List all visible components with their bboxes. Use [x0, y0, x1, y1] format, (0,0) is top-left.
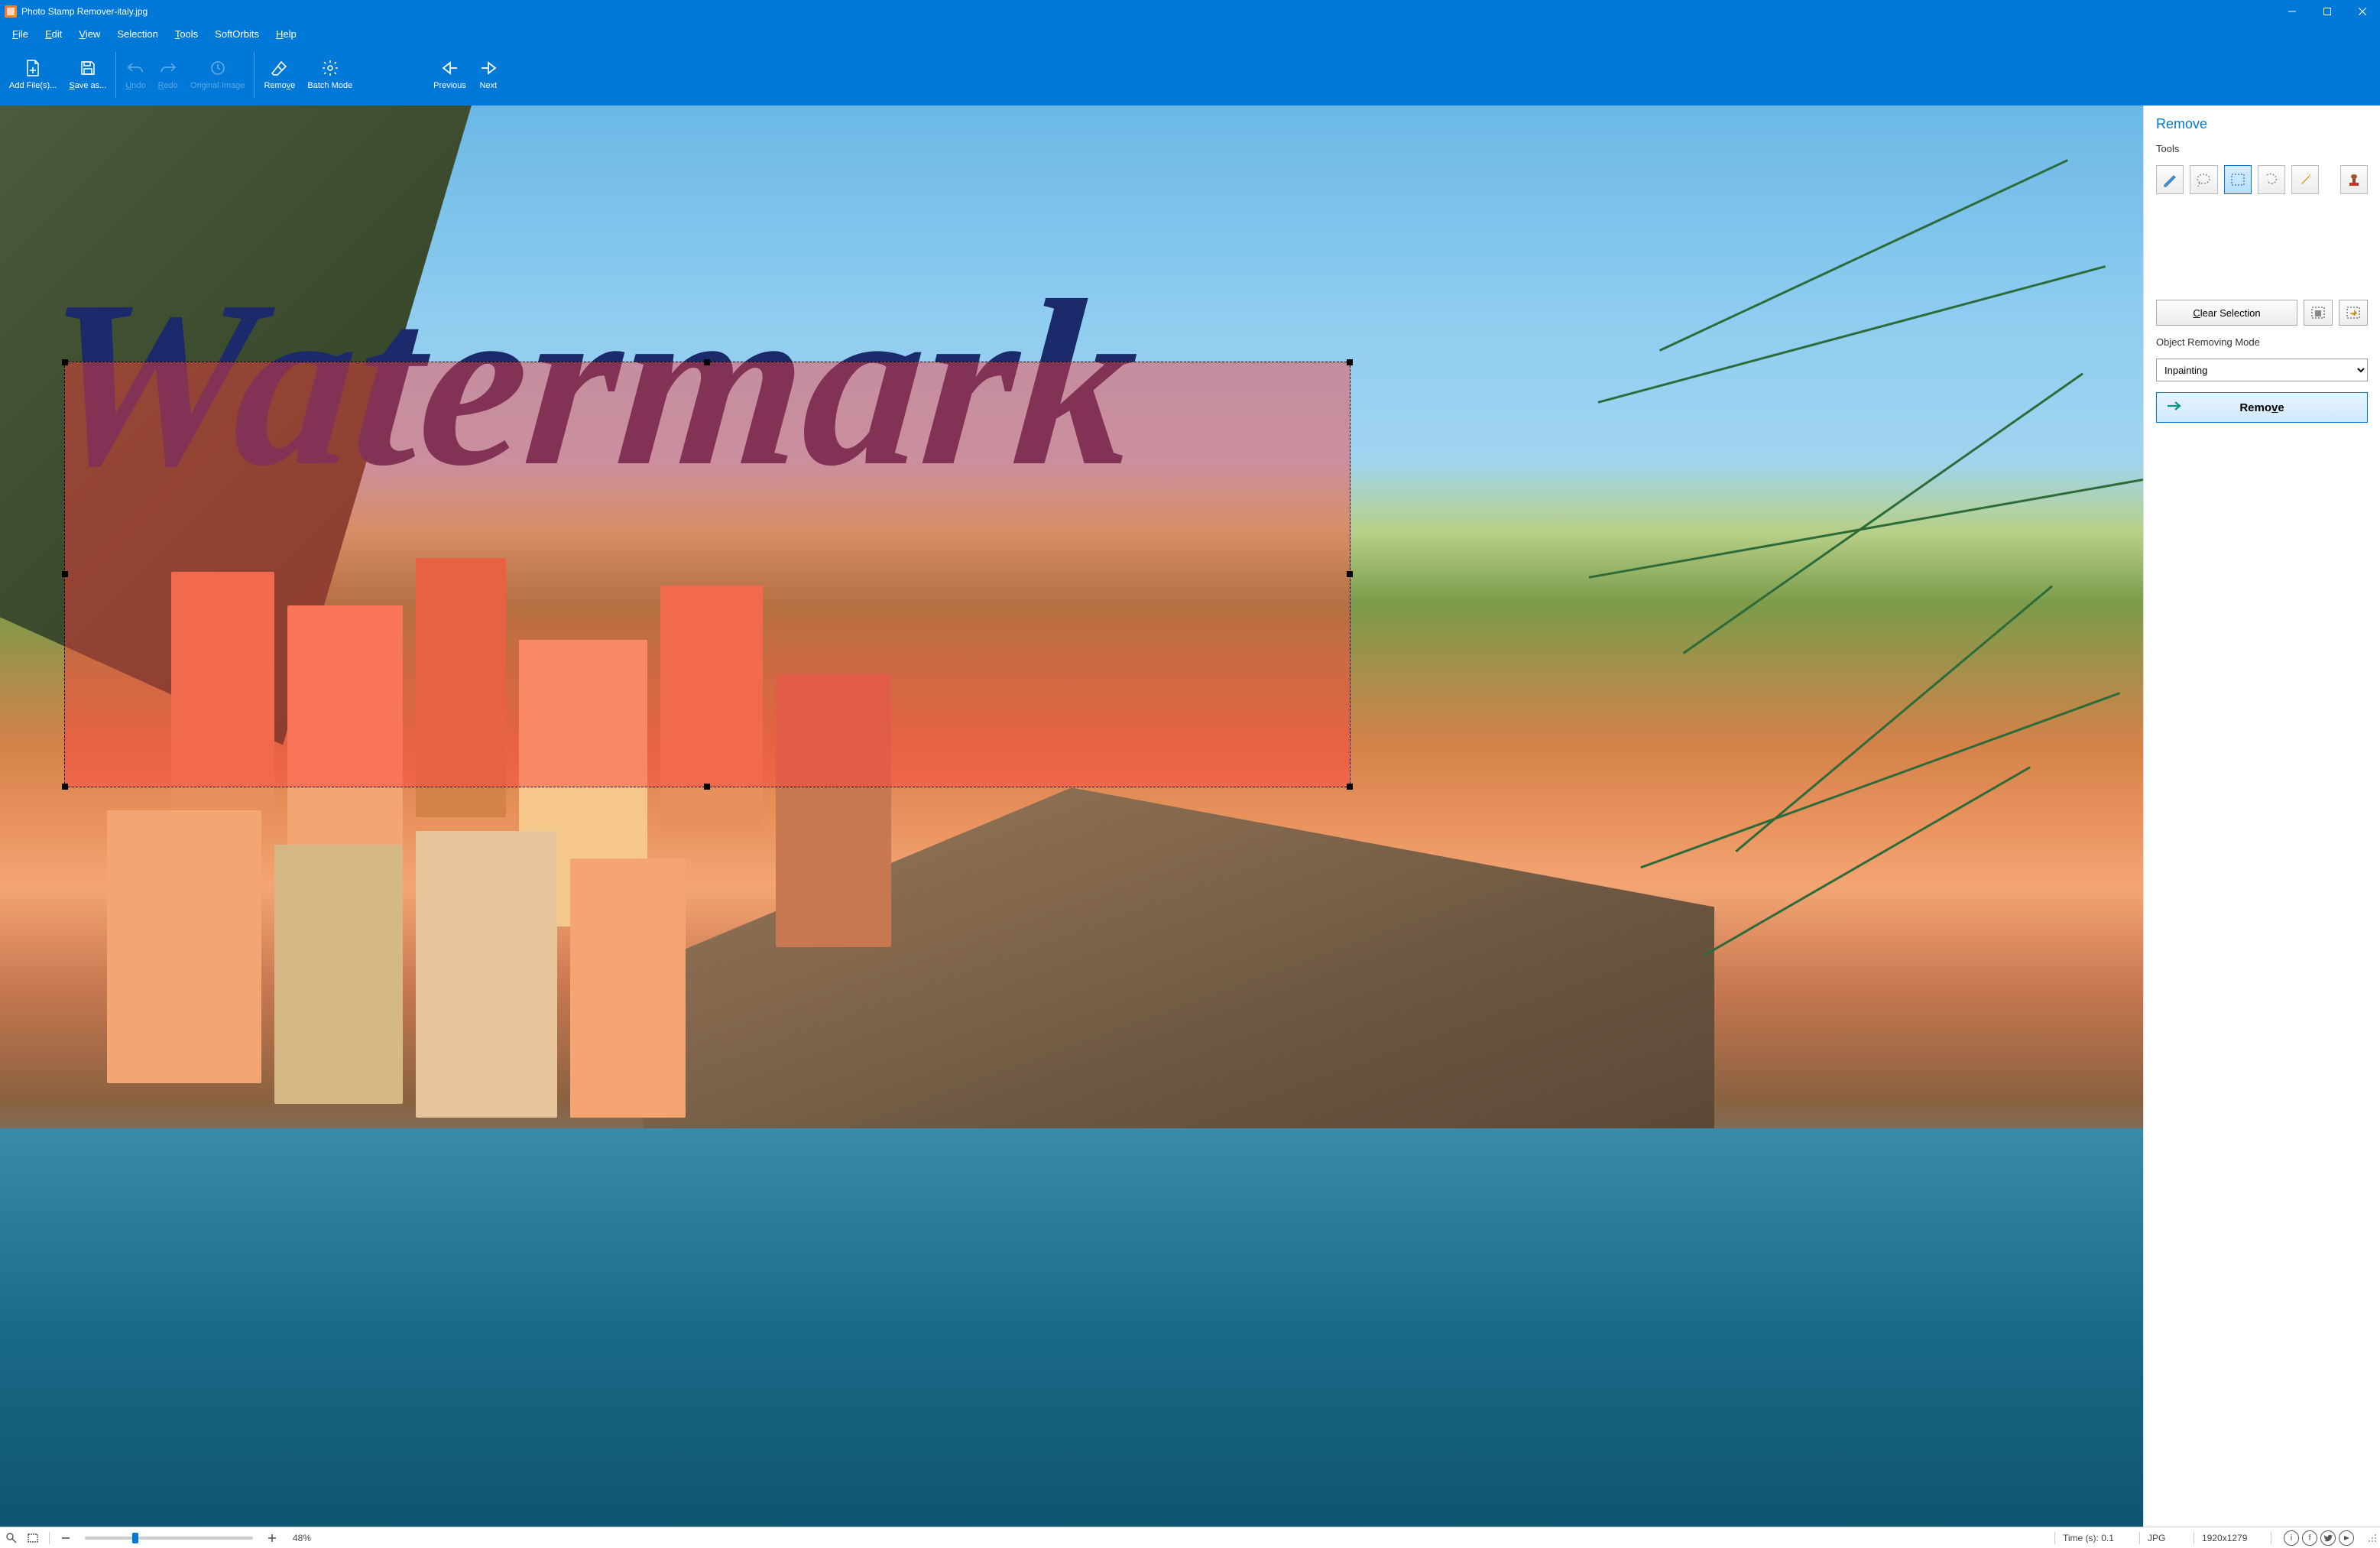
selection-handle[interactable] [1347, 359, 1353, 365]
next-button[interactable]: Next [472, 47, 504, 102]
toolbar: Add File(s)... Save as... Undo Redo Orig… [0, 44, 2380, 105]
titlebar: Photo Stamp Remover - italy.jpg [0, 0, 2380, 23]
info-icon[interactable]: i [2284, 1530, 2299, 1546]
add-files-button[interactable]: Add File(s)... [3, 47, 63, 102]
zoom-tool-icon[interactable] [3, 1530, 20, 1546]
zoom-slider[interactable] [85, 1537, 253, 1540]
statusbar: 48% Time (s): 0.1 JPG 1920x1279 i f [0, 1527, 2380, 1548]
maximize-button[interactable] [2310, 0, 2345, 23]
selection-handle[interactable] [704, 359, 710, 365]
next-label: Next [480, 81, 498, 91]
remove-button[interactable]: Remove [2156, 392, 2368, 423]
undo-button: Undo [119, 47, 151, 102]
save-selection-button[interactable] [2304, 300, 2333, 326]
menu-tools[interactable]: Tools [167, 25, 206, 43]
redo-label: Redo [158, 81, 178, 91]
undo-icon [125, 58, 145, 78]
load-selection-button[interactable] [2339, 300, 2368, 326]
app-window: Photo Stamp Remover - italy.jpg File Edi… [0, 0, 2380, 1548]
selection-handle[interactable] [704, 784, 710, 790]
redo-button: Redo [152, 47, 184, 102]
clear-selection-button[interactable]: Clear Selection [2156, 300, 2297, 326]
marker-tool[interactable] [2156, 165, 2184, 194]
social-links: i f [2284, 1530, 2354, 1546]
gear-icon [320, 58, 340, 78]
dimensions-label: 1920x1279 [2202, 1533, 2263, 1543]
stamp-tool[interactable] [2340, 165, 2368, 194]
main-content: Watermark Remove Tools [0, 105, 2380, 1527]
menubar: File Edit View Selection Tools SoftOrbit… [0, 23, 2380, 44]
batch-mode-label: Batch Mode [307, 81, 352, 91]
menu-help[interactable]: Help [268, 25, 304, 43]
image-canvas[interactable]: Watermark [0, 105, 2143, 1527]
tools-label: Tools [2156, 143, 2368, 154]
menu-view[interactable]: View [71, 25, 108, 43]
youtube-icon[interactable] [2339, 1530, 2354, 1546]
menu-selection[interactable]: Selection [109, 25, 165, 43]
original-image-button: Original Image [184, 47, 251, 102]
selection-rectangle[interactable] [64, 362, 1350, 788]
original-image-label: Original Image [190, 81, 245, 91]
app-icon [5, 5, 17, 18]
arrow-right-icon [478, 58, 498, 78]
toolbar-separator [115, 52, 116, 98]
close-button[interactable] [2345, 0, 2380, 23]
menu-file[interactable]: File [5, 25, 36, 43]
removing-mode-select[interactable]: Inpainting [2156, 359, 2368, 381]
mode-label: Object Removing Mode [2156, 336, 2368, 348]
right-panel: Remove Tools Clear Selection Object Remo… [2143, 105, 2380, 1527]
magic-wand-tool[interactable] [2291, 165, 2319, 194]
previous-label: Previous [433, 81, 466, 91]
panel-title: Remove [2156, 116, 2368, 132]
window-controls [2275, 0, 2380, 23]
redo-icon [158, 58, 178, 78]
save-icon [78, 58, 98, 78]
twitter-icon[interactable] [2320, 1530, 2336, 1546]
title-file-name: italy.jpg [117, 6, 148, 17]
zoom-percent-label: 48% [293, 1533, 311, 1543]
free-select-tool[interactable] [2190, 165, 2217, 194]
menu-edit[interactable]: Edit [37, 25, 70, 43]
tool-grid [2156, 165, 2368, 194]
batch-mode-button[interactable]: Batch Mode [301, 47, 358, 102]
add-file-icon [23, 58, 43, 78]
toolbar-separator [254, 52, 255, 98]
minimize-button[interactable] [2275, 0, 2310, 23]
selection-handle[interactable] [62, 784, 68, 790]
rectangle-select-tool[interactable] [2224, 165, 2252, 194]
undo-label: Undo [125, 81, 145, 91]
lasso-tool[interactable] [2258, 165, 2285, 194]
zoom-out-button[interactable] [57, 1530, 74, 1546]
selection-handle[interactable] [62, 359, 68, 365]
fit-screen-icon[interactable] [24, 1530, 41, 1546]
resize-grip-icon[interactable] [2368, 1533, 2377, 1543]
previous-button[interactable]: Previous [427, 47, 472, 102]
remove-toolbar-button[interactable]: Remove [258, 47, 301, 102]
arrow-right-icon [2166, 400, 2183, 415]
canvas-area[interactable]: Watermark [0, 105, 2143, 1527]
add-files-label: Add File(s)... [9, 81, 57, 91]
original-image-icon [208, 58, 228, 78]
eraser-icon [270, 58, 290, 78]
arrow-left-icon [440, 58, 460, 78]
zoom-slider-thumb[interactable] [132, 1533, 138, 1543]
save-as-label: Save as... [69, 81, 106, 91]
save-as-button[interactable]: Save as... [63, 47, 112, 102]
remove-toolbar-label: Remove [264, 81, 295, 91]
title-app-name: Photo Stamp Remover [21, 6, 114, 17]
zoom-in-button[interactable] [264, 1530, 280, 1546]
time-label: Time (s): 0.1 [2063, 1533, 2132, 1543]
remove-button-label: Remove [2239, 401, 2284, 414]
selection-handle[interactable] [1347, 571, 1353, 577]
selection-handle[interactable] [62, 571, 68, 577]
facebook-icon[interactable]: f [2302, 1530, 2317, 1546]
menu-softorbits[interactable]: SoftOrbits [207, 25, 267, 43]
format-label: JPG [2148, 1533, 2186, 1543]
selection-handle[interactable] [1347, 784, 1353, 790]
